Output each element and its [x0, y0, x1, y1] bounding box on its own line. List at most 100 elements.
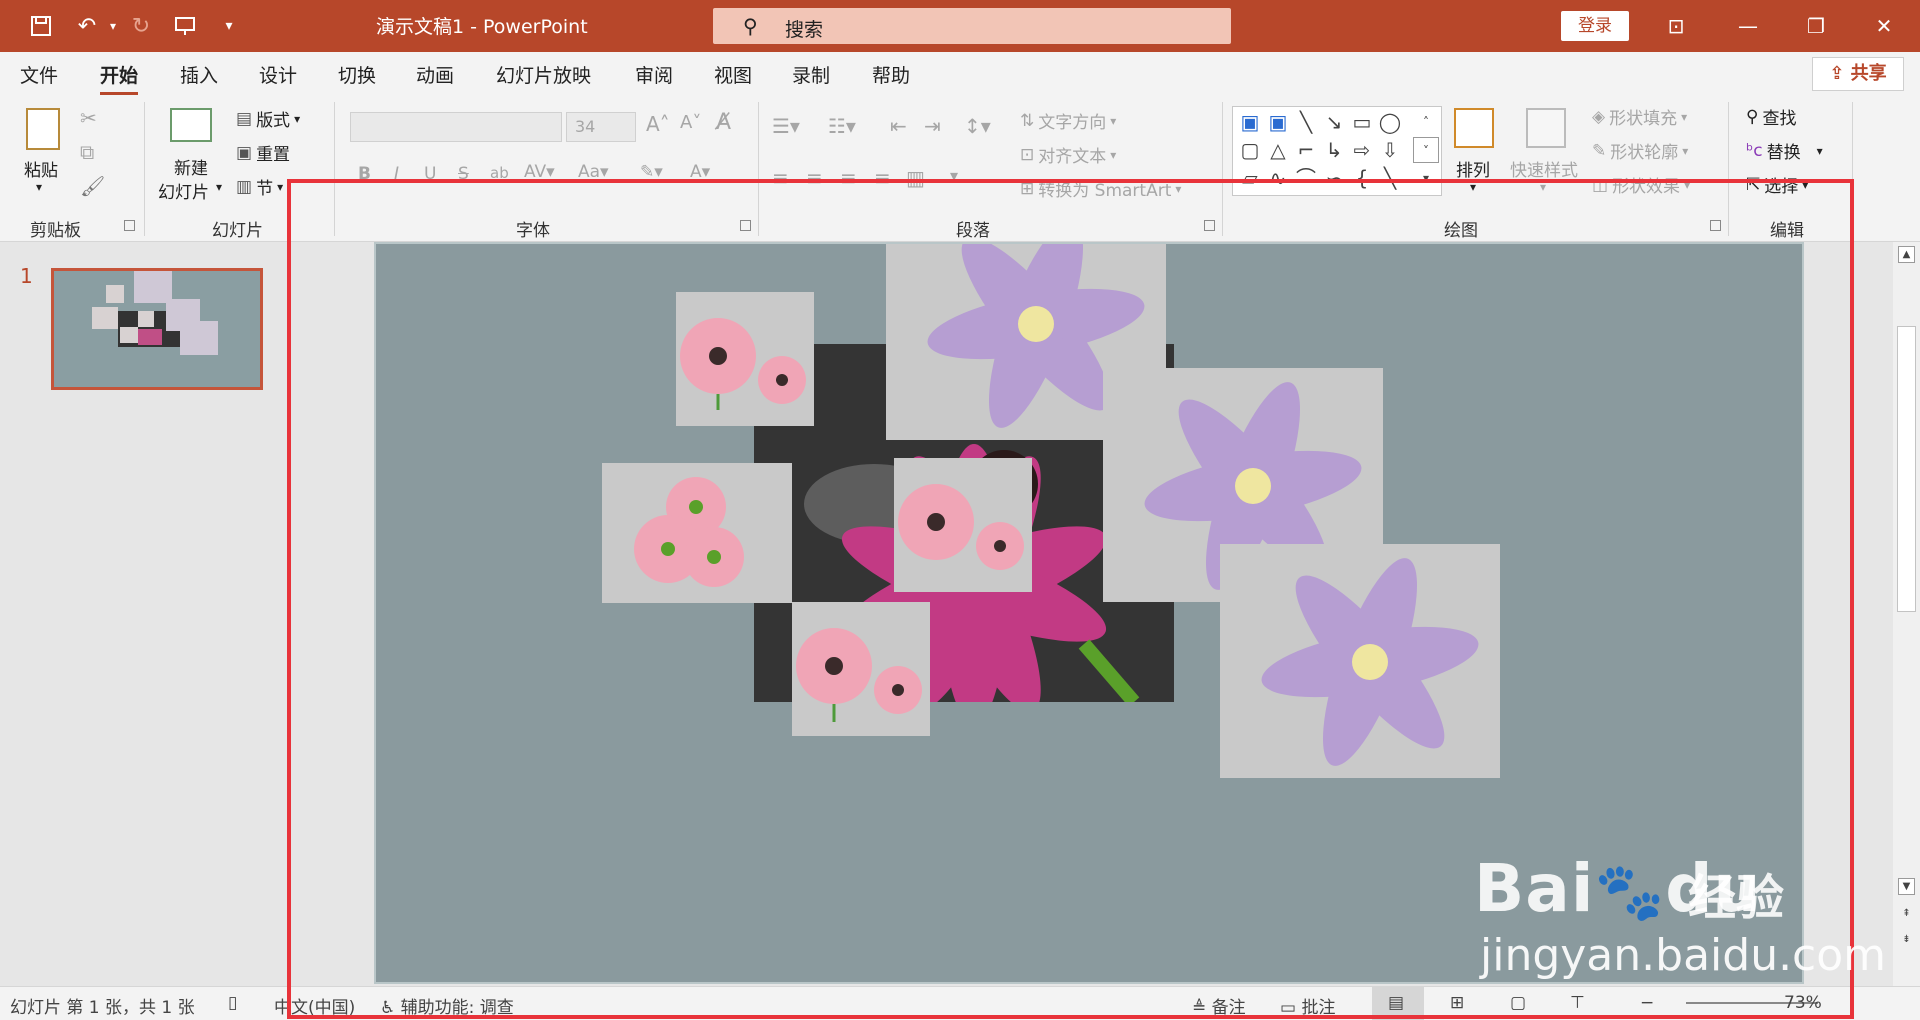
- select-button[interactable]: ⇱ 选择 ▾: [1746, 172, 1808, 198]
- curve-shape-icon[interactable]: ∿: [1265, 165, 1291, 191]
- reading-view-icon[interactable]: ▢: [1510, 993, 1526, 1013]
- shape-effects-label: 形状效果: [1612, 177, 1681, 197]
- elbow-arrow-shape-icon[interactable]: ↳: [1321, 137, 1347, 163]
- paragraph-launcher-icon[interactable]: [1204, 220, 1215, 231]
- line-shape-icon[interactable]: ╲: [1293, 109, 1319, 135]
- comments-button[interactable]: ▭ 批注: [1280, 993, 1335, 1018]
- gerbera-photo-3[interactable]: [894, 458, 1032, 592]
- tab-review[interactable]: 审阅: [635, 61, 673, 88]
- rectangle-shape-icon[interactable]: ▭: [1349, 109, 1375, 135]
- close-button[interactable]: ✕: [1864, 10, 1904, 42]
- section-icon: ▥: [236, 176, 253, 197]
- gerbera-photo-4[interactable]: [792, 602, 930, 736]
- reset-button[interactable]: ▣ 重置: [236, 140, 290, 166]
- scroll-down-icon[interactable]: ▼: [1898, 878, 1915, 895]
- tab-file[interactable]: 文件: [20, 61, 58, 88]
- font-name-combo[interactable]: [350, 112, 562, 142]
- vertical-scrollbar[interactable]: ▲ ▼ ⇞ ⇟: [1893, 242, 1920, 986]
- tab-animations[interactable]: 动画: [416, 61, 454, 88]
- text-direction-label: 文字方向: [1038, 113, 1107, 133]
- textbox-shape-icon[interactable]: ▣: [1237, 109, 1263, 135]
- arc-shape-icon[interactable]: ⌒: [1293, 165, 1319, 191]
- replace-button[interactable]: ᵇc 替换 ▾: [1746, 138, 1823, 164]
- gerbera-photo-2[interactable]: [602, 463, 792, 603]
- vertical-textbox-shape-icon[interactable]: ▣: [1265, 109, 1291, 135]
- tab-view[interactable]: 视图: [714, 61, 752, 88]
- next-slide-icon[interactable]: ⇟: [1898, 932, 1915, 949]
- font-launcher-icon[interactable]: [740, 220, 751, 231]
- new-slide-icon[interactable]: [170, 108, 212, 142]
- quick-styles-button: 快速样式: [1510, 161, 1578, 181]
- tab-slideshow[interactable]: 幻灯片放映: [496, 61, 591, 88]
- columns-icon: ▥: [906, 166, 925, 190]
- customize-qat-icon[interactable]: ▾: [214, 11, 244, 41]
- notes-button[interactable]: ≜ 备注: [1192, 993, 1246, 1018]
- arrange-button[interactable]: 排列: [1456, 156, 1490, 181]
- clipboard-launcher-icon[interactable]: [124, 220, 135, 231]
- brace-right-shape-icon[interactable]: ╲: [1377, 165, 1403, 191]
- present-from-start-icon[interactable]: [170, 11, 200, 41]
- spell-check-icon[interactable]: ▯: [228, 993, 237, 1013]
- paste-dropdown-icon[interactable]: ▾: [36, 180, 42, 194]
- section-label: 节: [256, 179, 274, 199]
- zoom-level[interactable]: 73%: [1784, 993, 1822, 1013]
- gallery-down-icon[interactable]: ˅: [1413, 137, 1439, 163]
- scroll-up-icon[interactable]: ▲: [1898, 246, 1915, 263]
- elbow-connector-shape-icon[interactable]: ⌐: [1293, 137, 1319, 163]
- freeform-shape-icon[interactable]: ∽: [1321, 165, 1347, 191]
- gallery-up-icon[interactable]: ˄: [1413, 109, 1439, 135]
- zoom-out-icon[interactable]: −: [1640, 993, 1654, 1013]
- callout-shape-icon[interactable]: ▱: [1237, 165, 1263, 191]
- restore-button[interactable]: ❐: [1796, 10, 1836, 42]
- scrollbar-thumb[interactable]: [1897, 326, 1916, 612]
- new-slide-dropdown-icon[interactable]: ▾: [216, 180, 222, 194]
- previous-slide-icon[interactable]: ⇞: [1898, 906, 1915, 923]
- share-button[interactable]: ⇪ 共享: [1812, 57, 1904, 91]
- new-slide-line1[interactable]: 新建: [174, 154, 208, 179]
- ribbon-display-options-icon[interactable]: ⊡: [1656, 10, 1696, 42]
- tab-design[interactable]: 设计: [259, 61, 297, 88]
- down-arrow-shape-icon[interactable]: ⇩: [1377, 137, 1403, 163]
- smartart-label: 转换为 SmartArt: [1038, 181, 1172, 201]
- arrow-line-shape-icon[interactable]: ↘: [1321, 109, 1347, 135]
- triangle-shape-icon[interactable]: △: [1265, 137, 1291, 163]
- language-indicator[interactable]: 中文(中国): [274, 993, 355, 1018]
- arrange-dropdown-icon[interactable]: ▾: [1470, 180, 1476, 194]
- slide-sorter-icon[interactable]: ⊞: [1450, 993, 1464, 1013]
- find-button[interactable]: ⚲ 查找: [1746, 104, 1796, 130]
- shapes-gallery[interactable]: ▣ ▣ ╲ ↘ ▭ ◯ ▢ △ ⌐ ↳ ⇨ ⇩ ▱ ∿ ⌒ ∽ { ╲ ˄ ˅ …: [1232, 106, 1442, 196]
- drawing-launcher-icon[interactable]: [1710, 220, 1721, 231]
- tab-home[interactable]: 开始: [100, 61, 139, 95]
- save-icon[interactable]: [26, 11, 56, 41]
- redo-icon[interactable]: ↻: [126, 11, 156, 41]
- oval-shape-icon[interactable]: ◯: [1377, 109, 1403, 135]
- arrange-icon[interactable]: [1454, 108, 1494, 148]
- clematis-photo-bottom[interactable]: [1220, 544, 1500, 778]
- undo-dropdown-icon[interactable]: ▾: [98, 11, 128, 41]
- new-slide-line2[interactable]: 幻灯片: [158, 178, 209, 203]
- tab-help[interactable]: 帮助: [872, 61, 910, 88]
- search-box[interactable]: ⚲ 搜索: [713, 8, 1231, 44]
- format-painter-icon[interactable]: 🖌: [80, 174, 105, 198]
- slideshow-view-icon[interactable]: ⊤: [1570, 993, 1585, 1013]
- accessibility-status[interactable]: ♿ 辅助功能: 调查: [380, 993, 514, 1018]
- paste-button[interactable]: 粘贴: [24, 156, 58, 181]
- right-arrow-shape-icon[interactable]: ⇨: [1349, 137, 1375, 163]
- slide-thumbnail[interactable]: [51, 268, 263, 390]
- tab-insert[interactable]: 插入: [180, 61, 218, 88]
- minimize-button[interactable]: —: [1728, 10, 1768, 42]
- tab-record[interactable]: 录制: [792, 61, 830, 88]
- slides-group-label: 幻灯片: [212, 221, 263, 241]
- search-placeholder: 搜索: [785, 19, 824, 41]
- accessibility-label: 辅助功能: 调查: [400, 998, 514, 1018]
- gallery-more-icon[interactable]: ▾: [1413, 165, 1439, 191]
- brace-shape-icon[interactable]: {: [1349, 165, 1375, 191]
- paste-icon[interactable]: [26, 108, 60, 150]
- layout-button[interactable]: ▤ 版式 ▾: [236, 106, 300, 132]
- font-size-combo[interactable]: 34: [566, 112, 636, 142]
- login-button[interactable]: 登录: [1561, 11, 1629, 41]
- tab-transitions[interactable]: 切换: [338, 61, 376, 88]
- rounded-rect-shape-icon[interactable]: ▢: [1237, 137, 1263, 163]
- section-button[interactable]: ▥ 节 ▾: [236, 174, 283, 200]
- gerbera-photo-1[interactable]: [676, 292, 814, 426]
